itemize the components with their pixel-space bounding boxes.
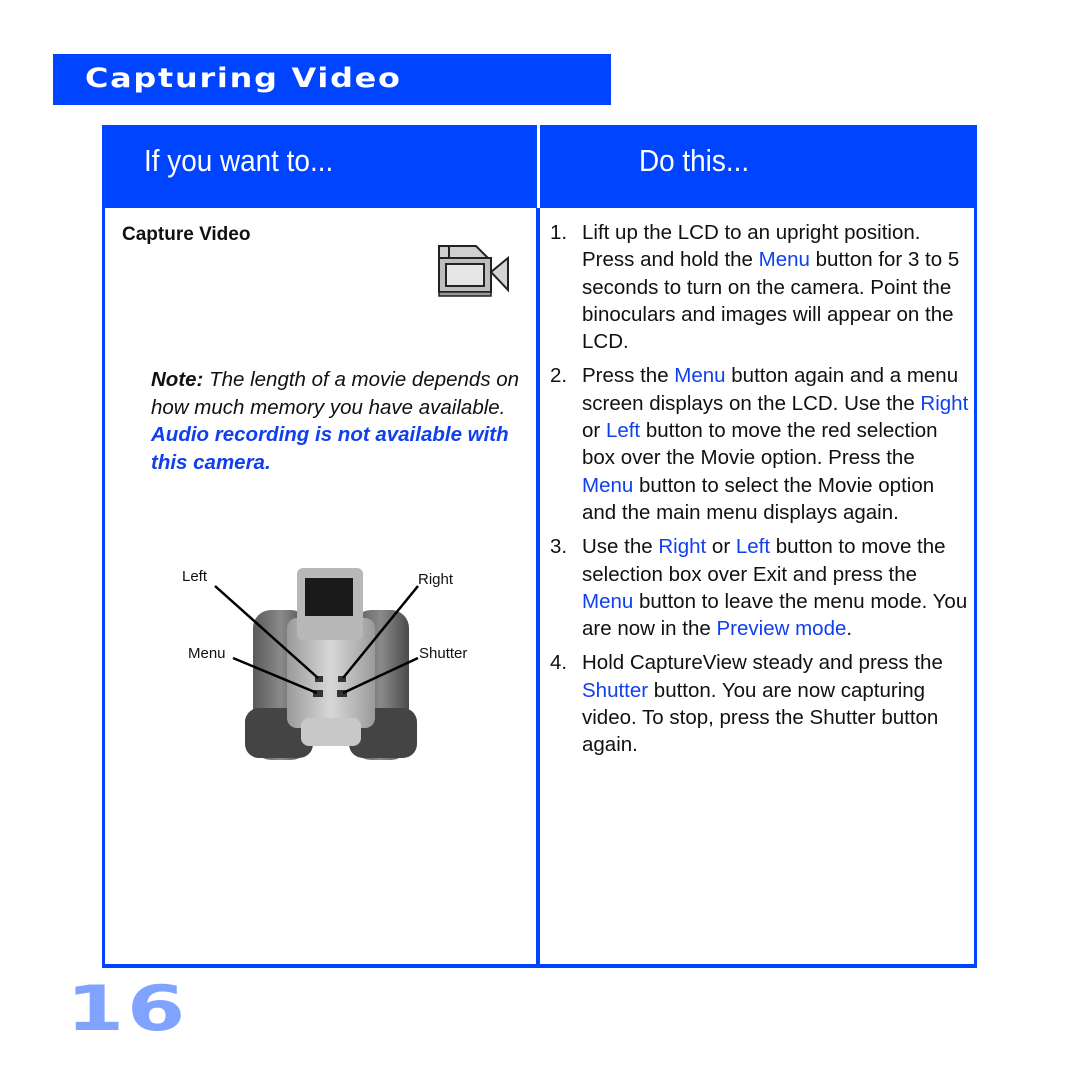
step-number: 2. [550,364,568,388]
step-highlight: Right [658,535,707,559]
step-highlight: Right [920,391,969,415]
video-camera-icon [438,245,509,297]
step-number: 3. [550,535,568,559]
header-left-text: If you want to... [144,143,334,178]
step-text: or [706,535,736,559]
task-title: Capture Video [122,224,251,245]
step-text: or [582,419,606,443]
step-text: Press the [582,364,675,388]
step-highlight: Left [735,535,771,559]
note-label: Note: [151,368,204,391]
step-highlight: Preview mode [716,617,847,641]
step-highlight: Menu [582,473,634,497]
section-banner: Capturing Video [53,54,611,105]
step-highlight: Menu [674,364,726,388]
step-item: 2. Press the Menu button again and a menu… [550,362,970,526]
step-text: Use the [582,535,659,559]
label-left: Left [182,568,208,585]
binoculars-diagram: Left Right Menu Shutter [175,558,485,768]
step-highlight: Menu [582,589,634,613]
step-item: 4. Hold CaptureView steady and press the … [550,649,970,758]
steps-list: 1. Lift up the LCD to an upright position… [550,219,970,766]
step-item: 1. Lift up the LCD to an upright position… [550,219,970,355]
label-shutter: Shutter [419,645,468,662]
header-left-cell: If you want to... [102,125,537,208]
step-highlight: Menu [758,248,810,272]
label-menu: Menu [188,645,226,662]
note-warning: Audio recording is not available with th… [151,423,509,474]
task-cell: Capture Video Note: The length of a movi… [102,208,538,968]
binoculars-image [214,568,419,760]
header-right-text: Do this... [639,143,750,178]
step-text: button to select the Movie option and th… [582,473,935,524]
section-title: Capturing Video [85,63,402,94]
step-item: 3. Use the Right or Left button to move t… [550,533,970,642]
header-right-cell: Do this... [540,125,977,208]
step-highlight: Left [605,419,641,443]
step-number: 4. [550,651,568,675]
step-number: 1. [550,221,568,244]
step-highlight: Shutter [582,678,649,702]
note-text: Note: The length of a movie depends on h… [151,366,521,476]
steps-cell: 1. Lift up the LCD to an upright position… [538,208,977,968]
instruction-table: If you want to... Do this... Capture Vid… [102,125,977,968]
step-text: . [846,617,853,641]
step-text: Hold CaptureView steady and press the [582,651,943,675]
page-number: 16 [66,972,188,1045]
label-right: Right [418,571,454,588]
note-body: The length of a movie depends on how muc… [151,368,520,419]
